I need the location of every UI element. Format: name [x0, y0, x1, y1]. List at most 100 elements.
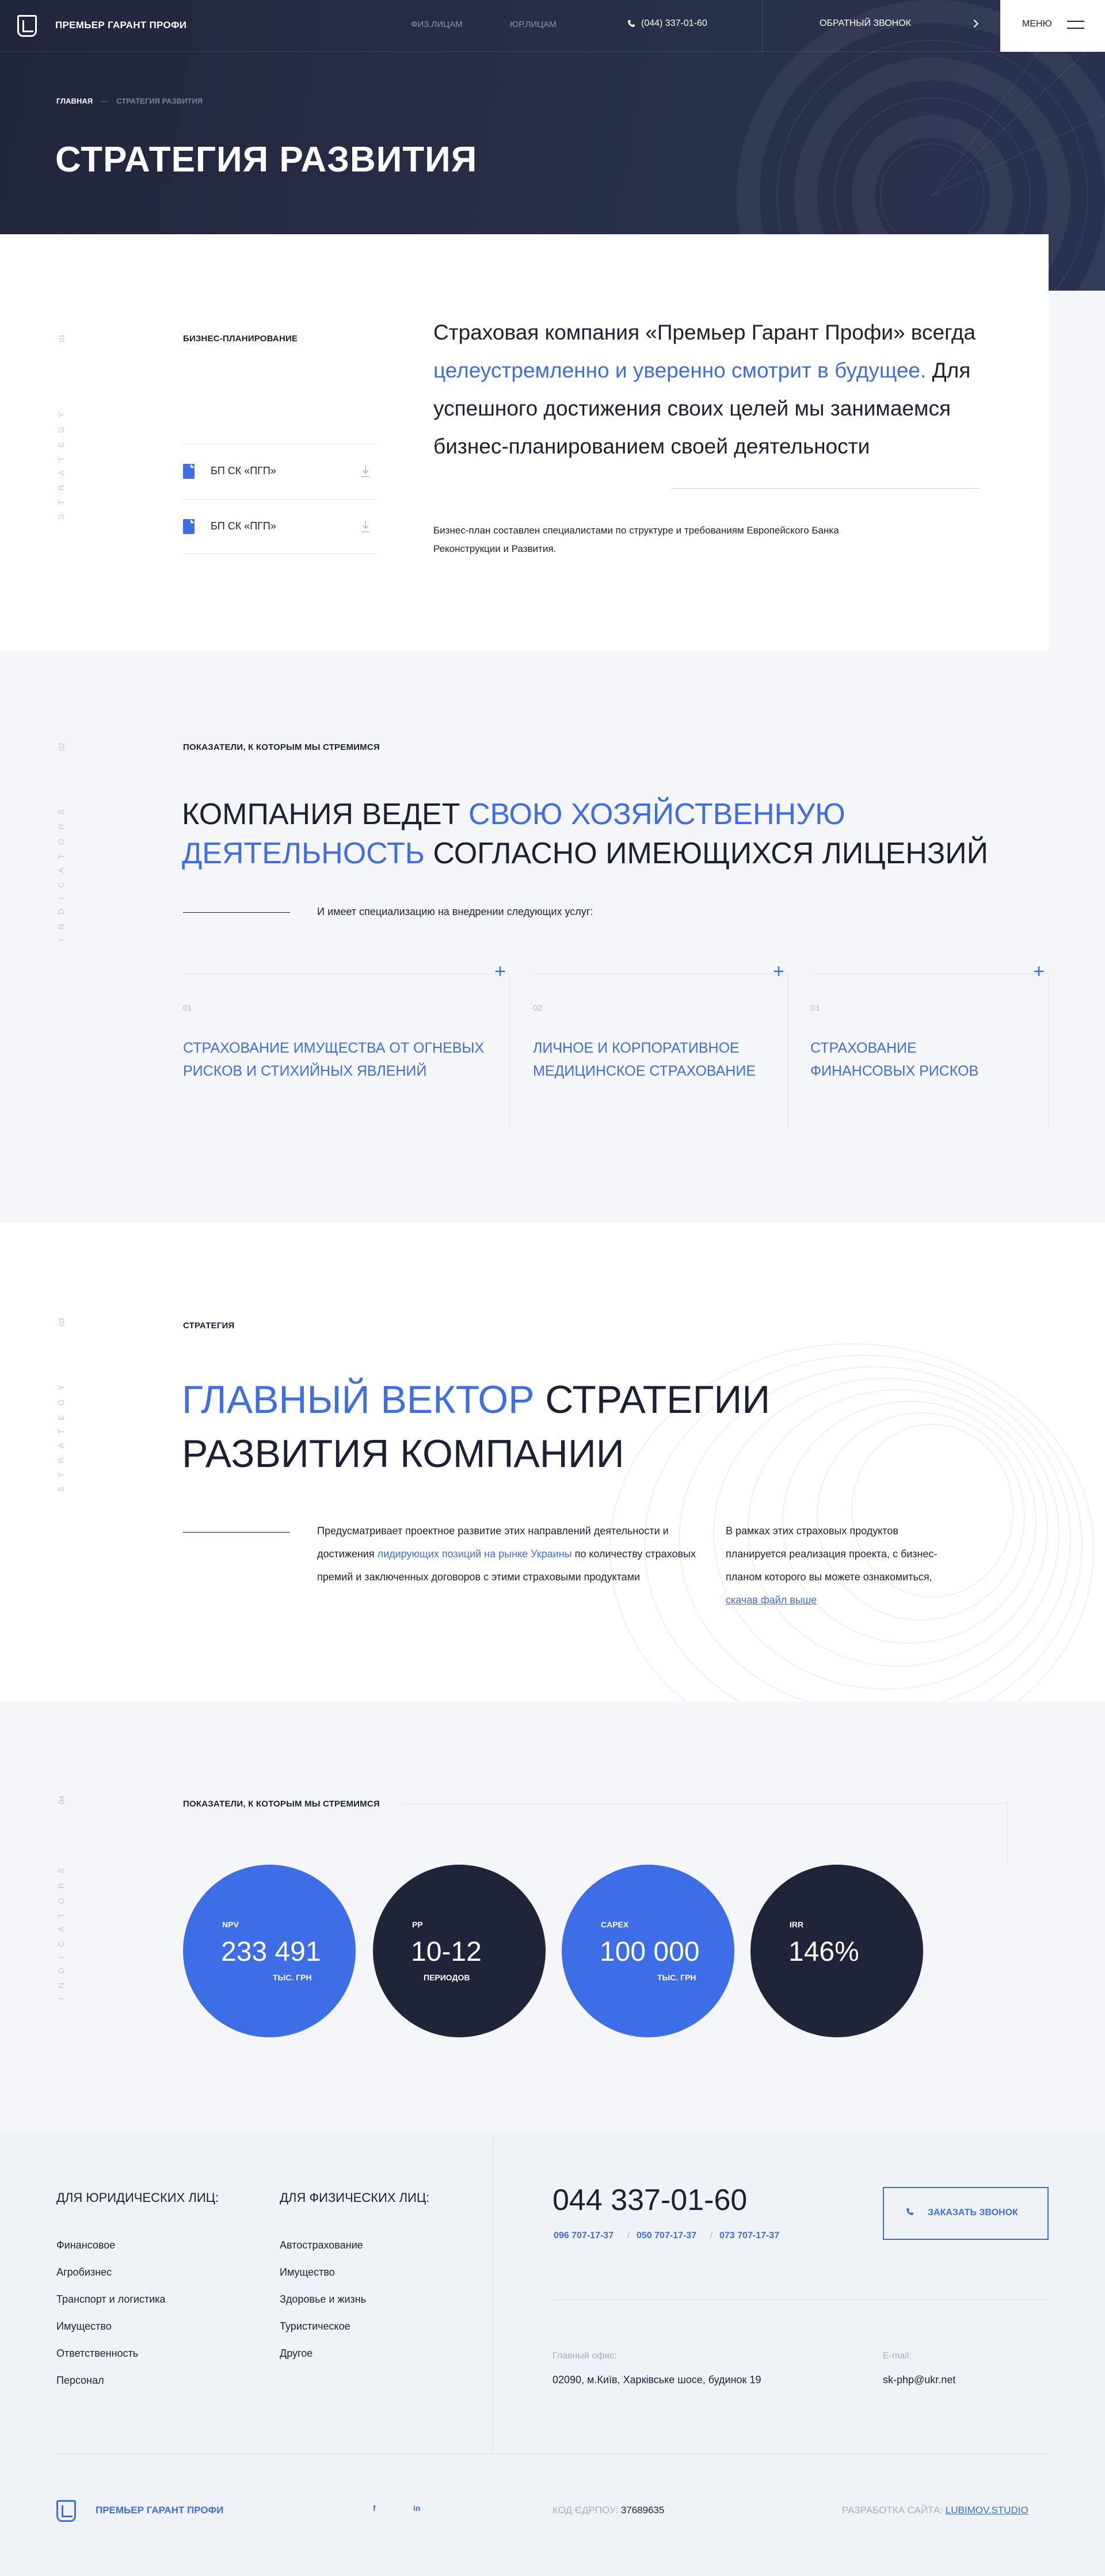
phone-icon	[628, 20, 635, 27]
document-title: БП СК «ПГП»	[211, 520, 276, 532]
plus-icon[interactable]: +	[773, 962, 784, 981]
footer-link[interactable]: Автострахование	[280, 2239, 363, 2251]
document-link[interactable]: БП СК «ПГП»	[183, 444, 376, 499]
logo-icon[interactable]	[17, 15, 37, 37]
intro-note: Бизнес-план составлен специалистами по с…	[433, 525, 839, 554]
developer-link[interactable]: LUBIMOV.STUDIO	[946, 2505, 1028, 2516]
breadcrumb: ГЛАВНАЯ — СТРАТЕГИЯ РАЗВИТИЯ	[56, 97, 203, 105]
footer-link[interactable]: Туристическое	[280, 2320, 350, 2333]
section-side-word: STRATEGY	[56, 1375, 66, 1492]
document-title: БП СК «ПГП»	[211, 465, 276, 477]
metric-value: 233 491	[221, 1937, 321, 1967]
text-highlight: лидирующих позиций на рынке Украины	[377, 1548, 572, 1560]
nav-legal-entities[interactable]: ЮР.ЛИЦАМ	[510, 20, 557, 29]
strategy-text-left: Предусматривает проектное развитие этих …	[317, 1519, 697, 1588]
heading-part: СТРАТЕГИИ	[534, 1378, 771, 1422]
footer-link[interactable]: Имущество	[56, 2320, 112, 2333]
metric-value: 100 000	[600, 1937, 700, 1967]
section-index: 04	[57, 1796, 66, 1804]
divider-line	[183, 912, 290, 913]
plus-icon[interactable]: +	[494, 962, 506, 981]
extra-phone[interactable]: 073 707-17-37	[719, 2231, 779, 2241]
metric-label: CAPEX	[601, 1920, 629, 1929]
licenses-section	[0, 651, 1105, 1223]
footer-link[interactable]: Транспорт и логистика	[56, 2293, 166, 2306]
edrpou-value: 37689635	[620, 2505, 665, 2516]
service-card[interactable]: + 01 СТРАХОВАНИЕ ИМУЩЕСТВА ОТ ОГНЕВЫХ РИ…	[183, 962, 510, 1128]
service-card[interactable]: + 02 ЛИЧНОЕ И КОРПОРАТИВНОЕ МЕДИЦИНСКОЕ …	[533, 962, 788, 1128]
section-index: 03	[57, 1318, 66, 1327]
metric-unit: ПЕРИОДОВ	[424, 1973, 470, 1982]
service-number: 02	[533, 1003, 542, 1012]
office-address: 02090, м.Київ, Харківське шосе, будинок …	[552, 2374, 761, 2386]
developer-caption: РАЗРАБОТКА САЙТА:	[842, 2505, 943, 2516]
page-title: СТРАТЕГИЯ РАЗВИТИЯ	[55, 140, 478, 180]
service-title: ЛИЧНОЕ И КОРПОРАТИВНОЕ МЕДИЦИНСКОЕ СТРАХ…	[533, 1040, 756, 1079]
hamburger-icon	[1067, 21, 1084, 29]
section-label: БИЗНЕС-ПЛАНИРОВАНИЕ	[183, 334, 298, 344]
footer-link[interactable]: Финансовое	[56, 2239, 115, 2251]
wave-decoration	[609, 1343, 1094, 1702]
footer-link[interactable]: Агробизнес	[56, 2266, 112, 2278]
brand-name[interactable]: ПРЕМЬЕР ГАРАНТ ПРОФИ	[55, 20, 186, 31]
breadcrumb-current: СТРАТЕГИЯ РАЗВИТИЯ	[116, 97, 203, 105]
divider-line	[183, 1532, 290, 1533]
file-icon	[183, 519, 195, 534]
facebook-icon[interactable]: f	[373, 2503, 376, 2513]
header-phone[interactable]: (044) 337-01-60	[641, 18, 707, 29]
footer-link[interactable]: Ответственность	[56, 2348, 138, 2360]
phone-separator: /	[710, 2231, 713, 2240]
heading-part: КОМПАНИЯ ВЕДЕТ	[182, 798, 468, 831]
section-label: ПОКАЗАТЕЛИ, К КОТОРЫМ МЫ СТРЕМИМСЯ	[183, 1799, 380, 1809]
office-caption: Главный офис:	[552, 2351, 617, 2361]
footer-logo-icon[interactable]	[56, 2500, 76, 2522]
metric-circle: NPV 233 491 ТЫС. ГРН	[183, 1865, 356, 2037]
metric-circle: PP 10-12 ПЕРИОДОВ	[373, 1865, 546, 2037]
edrpou-caption: КОД ЄДРПОУ:	[552, 2505, 619, 2516]
metric-circle: IRR 146%	[750, 1865, 923, 2037]
footer-brand[interactable]: ПРЕМЬЕР ГАРАНТ ПРОФИ	[96, 2505, 223, 2516]
footer-divider	[552, 2299, 1049, 2300]
plus-icon[interactable]: +	[1033, 962, 1045, 981]
footer-link[interactable]: Здоровье и жизнь	[280, 2293, 366, 2306]
download-icon[interactable]	[360, 465, 371, 478]
download-icon[interactable]	[360, 520, 371, 533]
service-number: 03	[810, 1003, 820, 1012]
document-link[interactable]: БП СК «ПГП»	[183, 499, 376, 554]
phone-icon	[906, 2208, 913, 2215]
legal-title: ДЛЯ ЮРИДИЧЕСКИХ ЛИЦ:	[56, 2190, 219, 2205]
section-index: 02	[57, 742, 66, 751]
section-index: 01	[57, 334, 66, 342]
chevron-right-icon[interactable]	[970, 19, 979, 28]
service-card[interactable]: + 03 СТРАХОВАНИЕ ФИНАНСОВЫХ РИСКОВ	[810, 962, 1049, 1128]
extra-phone[interactable]: 096 707-17-37	[554, 2231, 614, 2241]
instagram-icon[interactable]: in	[413, 2503, 420, 2513]
service-title: СТРАХОВАНИЕ ФИНАНСОВЫХ РИСКОВ	[810, 1040, 979, 1079]
metric-value: 10-12	[411, 1937, 482, 1967]
metrics-section	[0, 1702, 1105, 2133]
footer-link[interactable]: Персонал	[56, 2375, 104, 2387]
metric-label: PP	[412, 1920, 423, 1929]
menu-button[interactable]: МЕНЮ	[1000, 0, 1105, 52]
nav-individuals[interactable]: ФИЗ.ЛИЦАМ	[411, 20, 463, 29]
download-file-link[interactable]: скачав файл выше	[726, 1594, 817, 1606]
footer-phone[interactable]: 044 337-01-60	[552, 2183, 747, 2217]
footer-divider	[56, 2453, 1049, 2454]
footer-link[interactable]: Имущество	[280, 2266, 335, 2278]
order-call-button[interactable]: ЗАКАЗАТЬ ЗВОНОК	[883, 2187, 1049, 2240]
email-link[interactable]: sk-php@ukr.net	[883, 2374, 955, 2386]
breadcrumb-separator: —	[101, 97, 109, 105]
heading-part: РАЗВИТИЯ КОМПАНИИ	[182, 1432, 624, 1476]
metric-unit: ТЫС. ГРН	[273, 1973, 312, 1982]
breadcrumb-home[interactable]: ГЛАВНАЯ	[56, 97, 93, 105]
order-call-label: ЗАКАЗАТЬ ЗВОНОК	[928, 2208, 1018, 2217]
section-side-word: STRATEGY	[56, 403, 66, 520]
edrpou: КОД ЄДРПОУ: 37689635	[552, 2505, 664, 2516]
callback-button[interactable]: ОБРАТНЫЙ ЗВОНОК	[820, 18, 911, 29]
intro-part: Страховая компания «Премьер Гарант Профи…	[433, 321, 976, 344]
service-title: СТРАХОВАНИЕ ИМУЩЕСТВА ОТ ОГНЕВЫХ РИСКОВ …	[183, 1040, 485, 1079]
footer-link[interactable]: Другое	[280, 2348, 313, 2360]
extra-phone[interactable]: 050 707-17-37	[637, 2231, 696, 2241]
metric-circle: CAPEX 100 000 ТЫС. ГРН	[562, 1865, 734, 2037]
section-side-word: INDICATORS	[56, 800, 66, 942]
